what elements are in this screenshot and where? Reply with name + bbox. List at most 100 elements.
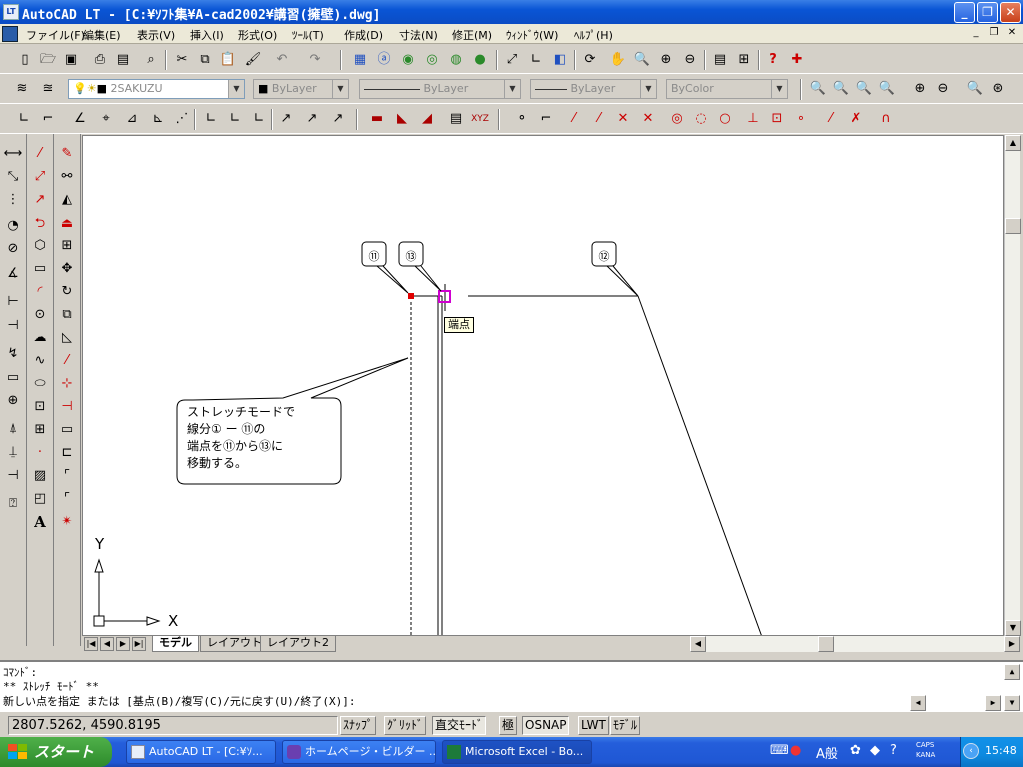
menu-dimension[interactable]: 寸法(N) [399,27,438,43]
dim-edit-icon[interactable]: ⍋ [3,419,23,439]
paste-icon[interactable]: 📋 [218,50,238,70]
erase-icon[interactable]: ✎ [57,144,77,164]
snap-insert-icon[interactable]: ⊡ [767,109,787,129]
chevron-down-icon[interactable]: ▼ [228,80,244,98]
trim-icon[interactable]: ⊹ [57,374,77,394]
cmd-scroll-up-icon[interactable]: ▲ [1004,664,1020,680]
help-icon[interactable]: ? [763,50,783,70]
revcloud-icon[interactable]: ☁ [30,328,50,348]
line-icon[interactable]: ⁄ [30,144,50,164]
distance-icon[interactable]: ⤢ [502,50,522,70]
publish-web-icon[interactable]: ◎ [422,50,442,70]
snap-node-icon[interactable]: ∘ [791,109,811,129]
layer-dropdown[interactable]: 💡☀■ 2SAKUZU ▼ [68,79,245,99]
plugin-icon[interactable]: ✚ [787,50,807,70]
ordinate-dimension-icon[interactable]: ◢ [417,109,437,129]
doc-minimize-button[interactable]: _ [968,27,984,41]
cut-icon[interactable]: ✂ [172,50,192,70]
menu-tools[interactable]: ﾂｰﾙ(T) [292,27,324,43]
keyboard-icon[interactable]: ⌨ [770,743,789,758]
dim-radius-icon[interactable]: ◔ [3,216,23,236]
match-properties-icon[interactable]: 🖌 [243,50,263,70]
menu-window[interactable]: ｳｨﾝﾄﾞｳ(W) [506,27,558,43]
rectangle-icon[interactable]: ⮌ [30,214,50,234]
snap-from-icon[interactable]: ⚬ [512,109,532,129]
zoom-all-icon[interactable]: 🔍 [965,79,985,99]
ucs-previous-icon[interactable]: ⌐ [38,109,58,129]
layer-previous-icon[interactable]: ≊ [38,79,58,99]
ime-mode[interactable]: A般 [816,743,838,762]
make-block-icon[interactable]: ⊞ [30,420,50,440]
horizontal-scrollbar[interactable]: ◀ ▶ [690,636,1020,652]
hyperlink-icon[interactable]: ◍ [446,50,466,70]
web-icon[interactable]: ● [470,50,490,70]
construction-line-icon[interactable]: ⤢ [30,167,50,187]
menu-file[interactable]: ファイル(F) [26,27,85,43]
ucs-icon[interactable]: ∟ [526,50,546,70]
redraw-icon[interactable]: ⟳ [580,50,600,70]
restore-button[interactable]: ❐ [977,2,998,23]
command-prompt[interactable]: 新しい点を指定 または [基点(B)/複写(C)/元に戻す(U)/終了(X)]: [3,693,355,709]
minimize-button[interactable]: _ [954,2,975,23]
color-dropdown[interactable]: ■ ByLayer ▼ [253,79,349,99]
layers-icon[interactable]: ≋ [12,79,32,99]
taskbar-excel[interactable]: Microsoft Excel - Bo... [442,740,592,764]
start-button[interactable]: スタート [0,737,112,767]
ucs-rotate-x-icon[interactable]: ↗ [276,109,296,129]
ucs-world-icon[interactable]: ∟ [14,109,34,129]
dim-aligned-icon[interactable]: ⤡ [3,167,23,187]
snap-center-icon[interactable]: ◎ [667,109,687,129]
horizontal-scroll-thumb[interactable] [818,636,834,652]
snap-tracking-icon[interactable]: ⌐ [536,109,556,129]
close-button[interactable]: ✕ [1000,2,1021,23]
rotate-icon[interactable]: ↻ [57,282,77,302]
menu-insert[interactable]: 挿入(I) [190,27,224,43]
menu-view[interactable]: 表示(V) [137,27,175,43]
dim-diameter-icon[interactable]: ⊘ [3,239,23,259]
aerial-view-icon[interactable]: ◧ [550,50,570,70]
dim-style-icon[interactable]: ⍰ [3,494,23,514]
aligned-dimension-icon[interactable]: ◣ [392,109,412,129]
menu-modify[interactable]: 修正(M) [452,27,492,43]
region-icon[interactable]: ◰ [30,489,50,509]
circle-icon[interactable]: ⊙ [30,305,50,325]
copy-object-icon[interactable]: ⚯ [57,167,77,187]
pan-icon[interactable]: ✋ [608,50,628,70]
ucs-object-icon[interactable]: ∠ [70,109,90,129]
scroll-down-arrow-icon[interactable]: ▼ [1005,620,1021,636]
ucs-z-icon[interactable]: ∟ [225,109,245,129]
snap-perpendicular-icon[interactable]: ⊥ [743,109,763,129]
menu-draw[interactable]: 作成(D) [344,27,383,43]
chevron-down-icon[interactable]: ▼ [332,80,348,98]
menu-format[interactable]: 形式(O) [238,27,277,43]
open-folder-icon[interactable]: 🗁 [38,50,58,70]
cmd-scroll-left-icon[interactable]: ◀ [910,695,926,711]
taskbar-autocad[interactable]: AutoCAD LT - [C:¥ｿ... [126,740,276,764]
cmd-scroll-down-icon[interactable]: ▼ [1004,695,1020,711]
dimension-text-icon[interactable]: ▤ [446,109,466,129]
dim-continue-icon[interactable]: ↯ [3,344,23,364]
insert-block-icon[interactable]: ⊡ [30,397,50,417]
dim-ordinate-icon[interactable]: ⋮ [3,190,23,210]
web-browse-icon[interactable]: ◉ [398,50,418,70]
vertical-scroll-thumb[interactable] [1005,218,1021,234]
stretch-icon[interactable]: ◺ [57,328,77,348]
ucs-origin-icon[interactable]: ⌖ [96,109,116,129]
osnap-toggle[interactable]: OSNAP [522,716,570,735]
snap-endpoint-icon[interactable]: ⁄ [564,109,584,129]
ucs-rotate-z-icon[interactable]: ↗ [328,109,348,129]
snap-intersection-icon[interactable]: ✕ [613,109,633,129]
polygon-icon[interactable]: ⬡ [30,236,50,256]
new-file-icon[interactable]: ▯ [15,50,35,70]
zoom-window-icon[interactable]: 🔍 [808,79,828,99]
coordinate-display[interactable]: 2807.5262, 4590.8195 [8,716,338,735]
zoom-center-icon[interactable]: 🔍 [877,79,897,99]
point-icon[interactable]: · [30,443,50,463]
zoom-extents-icon[interactable]: ⊛ [988,79,1008,99]
explode-icon[interactable]: ✴ [57,512,77,532]
tab-layout2[interactable]: レイアウト2 [260,636,336,652]
lwt-toggle[interactable]: LWT [578,716,609,735]
slope-line[interactable] [637,295,762,636]
ucs-3point-icon[interactable]: ⊾ [148,109,168,129]
scroll-left-arrow-icon[interactable]: ◀ [690,636,706,652]
